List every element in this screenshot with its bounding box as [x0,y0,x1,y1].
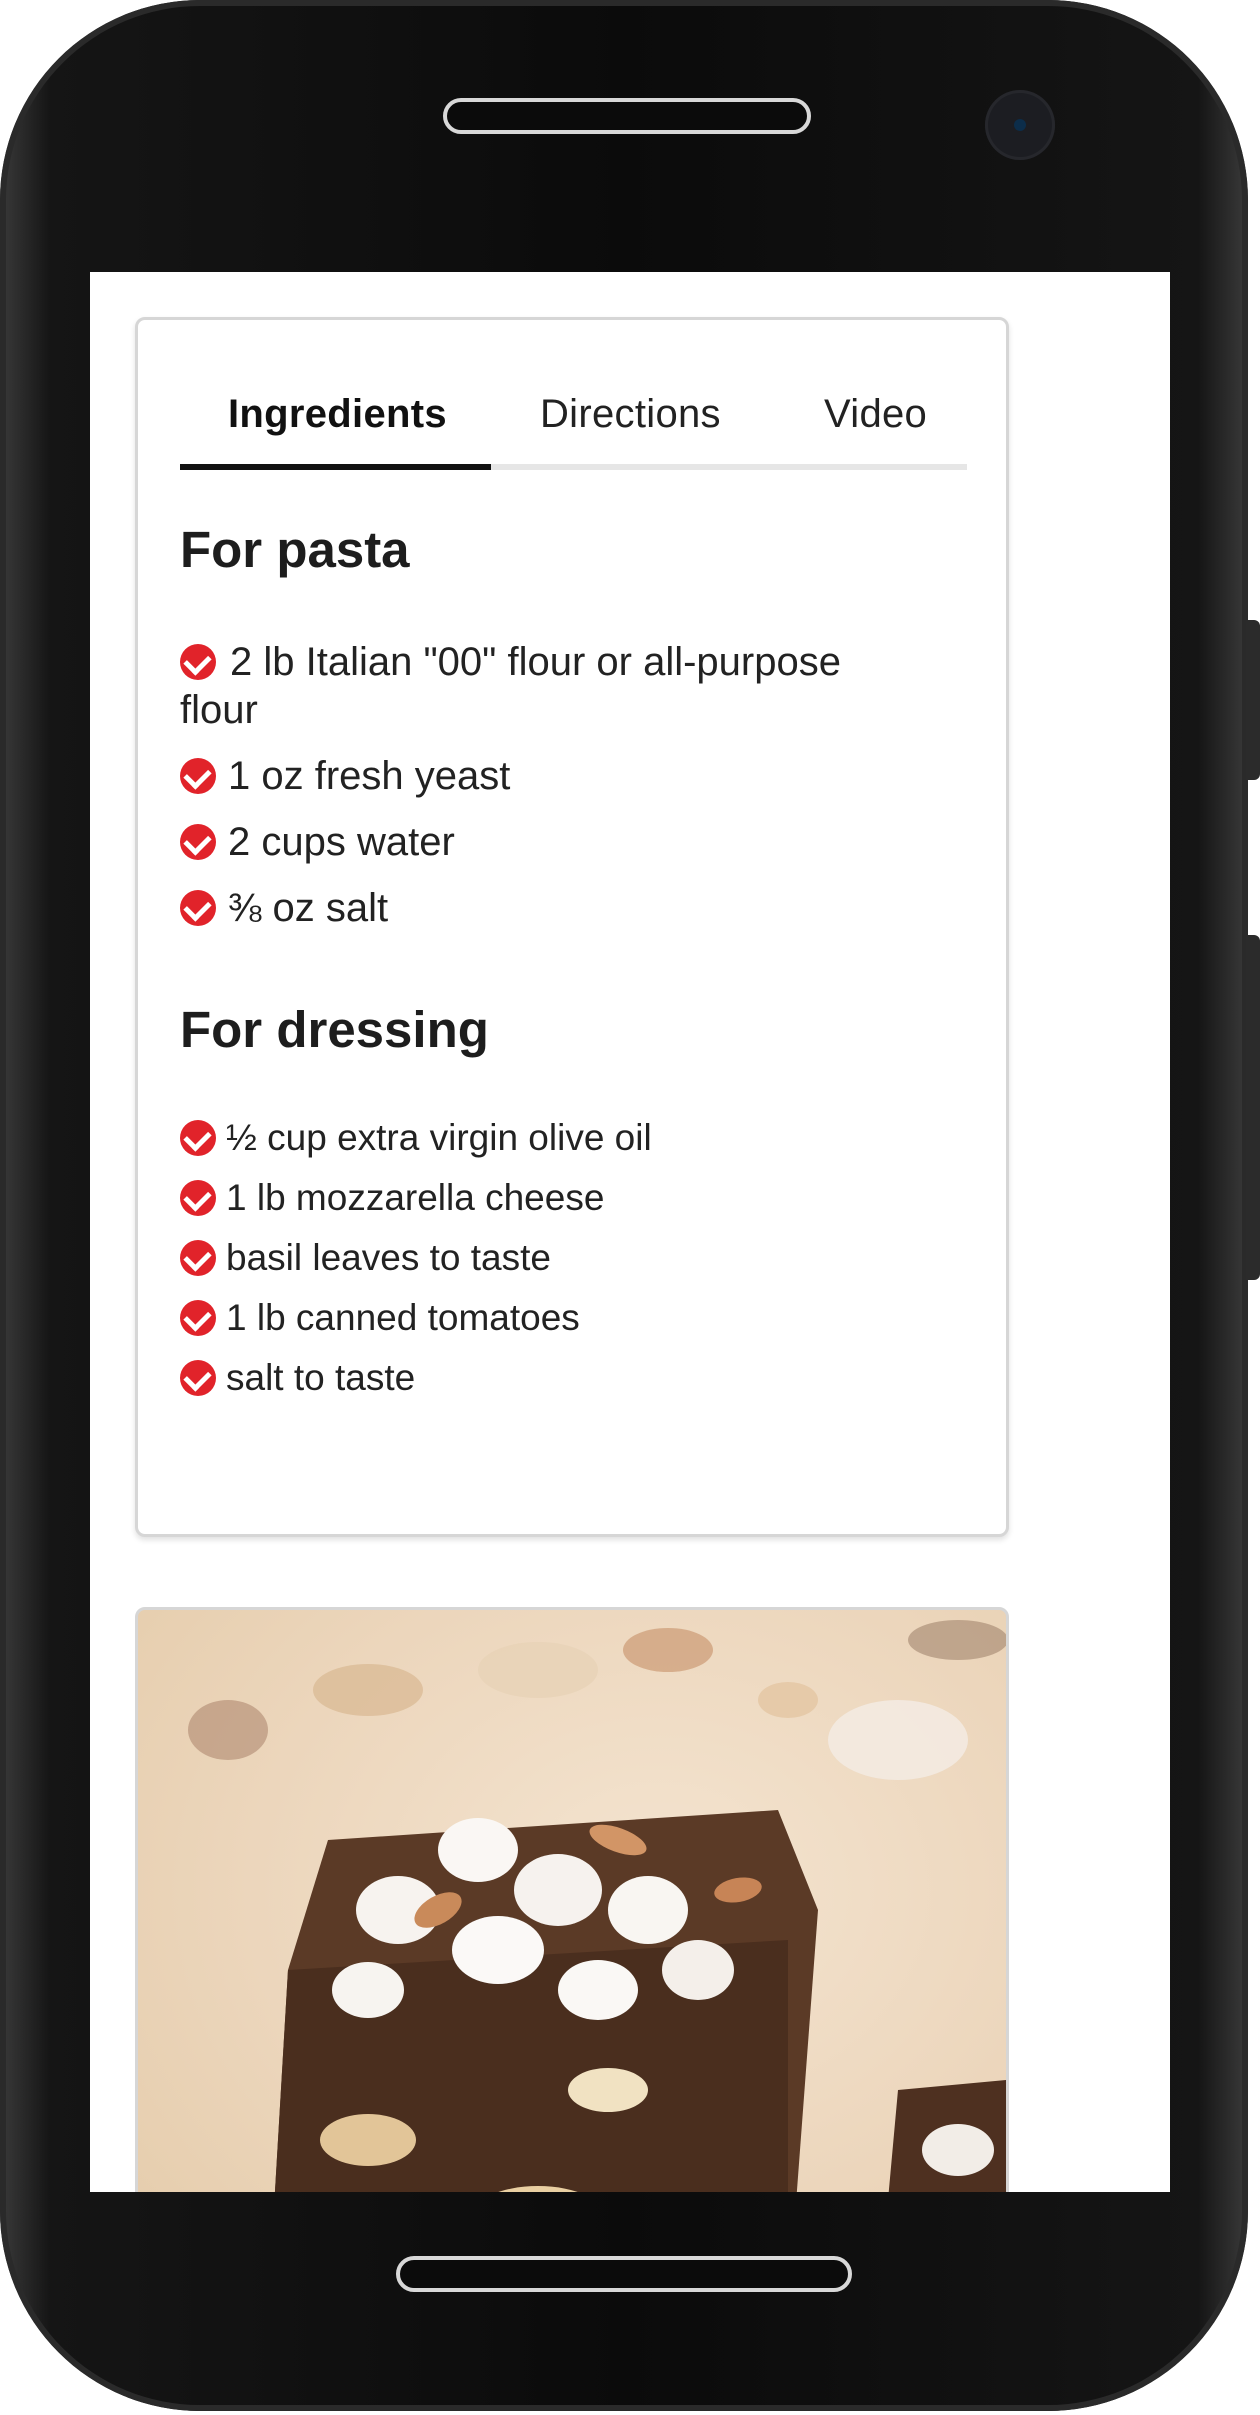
check-circle-icon [180,890,216,926]
active-tab-indicator [180,464,491,470]
check-circle-icon [180,1180,216,1216]
tab-ingredients[interactable]: Ingredients [228,392,447,437]
pasta-ingredient-list: 2 lb Italian "00" flour or all-purpose f… [180,638,910,950]
bottom-speaker [396,2256,852,2292]
front-camera [985,90,1055,160]
ingredient-item[interactable]: ½ cup extra virgin olive oil [180,1116,910,1160]
recipe-photo[interactable] [135,1607,1009,2192]
ingredient-text: 2 cups water [228,820,455,864]
ingredient-text: 1 oz fresh yeast [228,754,511,798]
ingredient-text: 1 lb mozzarella cheese [226,1177,605,1218]
check-circle-icon [180,1240,216,1276]
ingredient-item[interactable]: 1 oz fresh yeast [180,752,910,800]
check-circle-icon [180,1360,216,1396]
phone-screen: Ingredients Directions Video For pasta 2… [90,272,1170,2192]
ingredient-text: ½ cup extra virgin olive oil [226,1117,652,1158]
ingredient-text: 2 lb Italian "00" flour or all-purpose f… [180,640,841,732]
dessert-photo-illustration [188,1620,1006,2192]
tab-video[interactable]: Video [824,392,927,437]
volume-button [1246,620,1260,780]
section-title-dressing: For dressing [180,1001,489,1058]
ingredient-text: basil leaves to taste [226,1237,551,1278]
earpiece-speaker [443,98,811,134]
ingredient-item[interactable]: 2 lb Italian "00" flour or all-purpose f… [180,638,910,734]
check-circle-icon [180,644,216,680]
ingredient-text: ⅜ oz salt [228,886,389,930]
check-circle-icon [180,824,216,860]
check-circle-icon [180,1120,216,1156]
power-button [1246,935,1260,1280]
ingredient-text: 1 lb canned tomatoes [226,1297,580,1338]
dressing-ingredient-list: ½ cup extra virgin olive oil 1 lb mozzar… [180,1116,910,1416]
tab-bar: Ingredients Directions Video [180,372,967,470]
ingredient-item[interactable]: 2 cups water [180,818,910,866]
ingredient-item[interactable]: 1 lb canned tomatoes [180,1296,910,1340]
check-circle-icon [180,758,216,794]
tab-directions[interactable]: Directions [540,392,721,437]
ingredient-item[interactable]: 1 lb mozzarella cheese [180,1176,910,1220]
recipe-tabs-card: Ingredients Directions Video For pasta 2… [135,317,1009,1537]
ingredient-text: salt to taste [226,1357,416,1398]
ingredient-item[interactable]: salt to taste [180,1356,910,1400]
section-title-pasta: For pasta [180,521,410,578]
ingredient-item[interactable]: ⅜ oz salt [180,884,910,932]
check-circle-icon [180,1300,216,1336]
ingredient-item[interactable]: basil leaves to taste [180,1236,910,1280]
